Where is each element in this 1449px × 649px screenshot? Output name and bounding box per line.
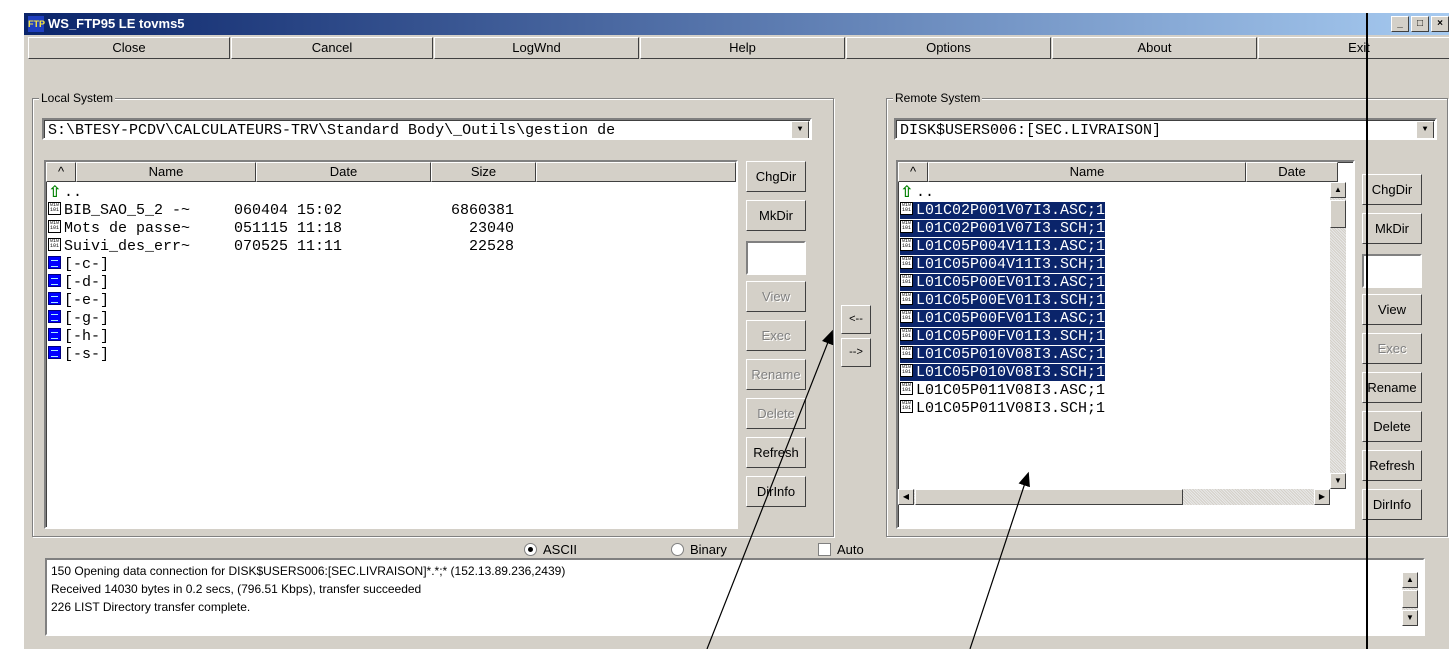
annotation-arrows [706, 329, 1030, 649]
arrow-to-selected-files [969, 471, 1030, 649]
arrow-to-transfer-button [706, 329, 834, 649]
